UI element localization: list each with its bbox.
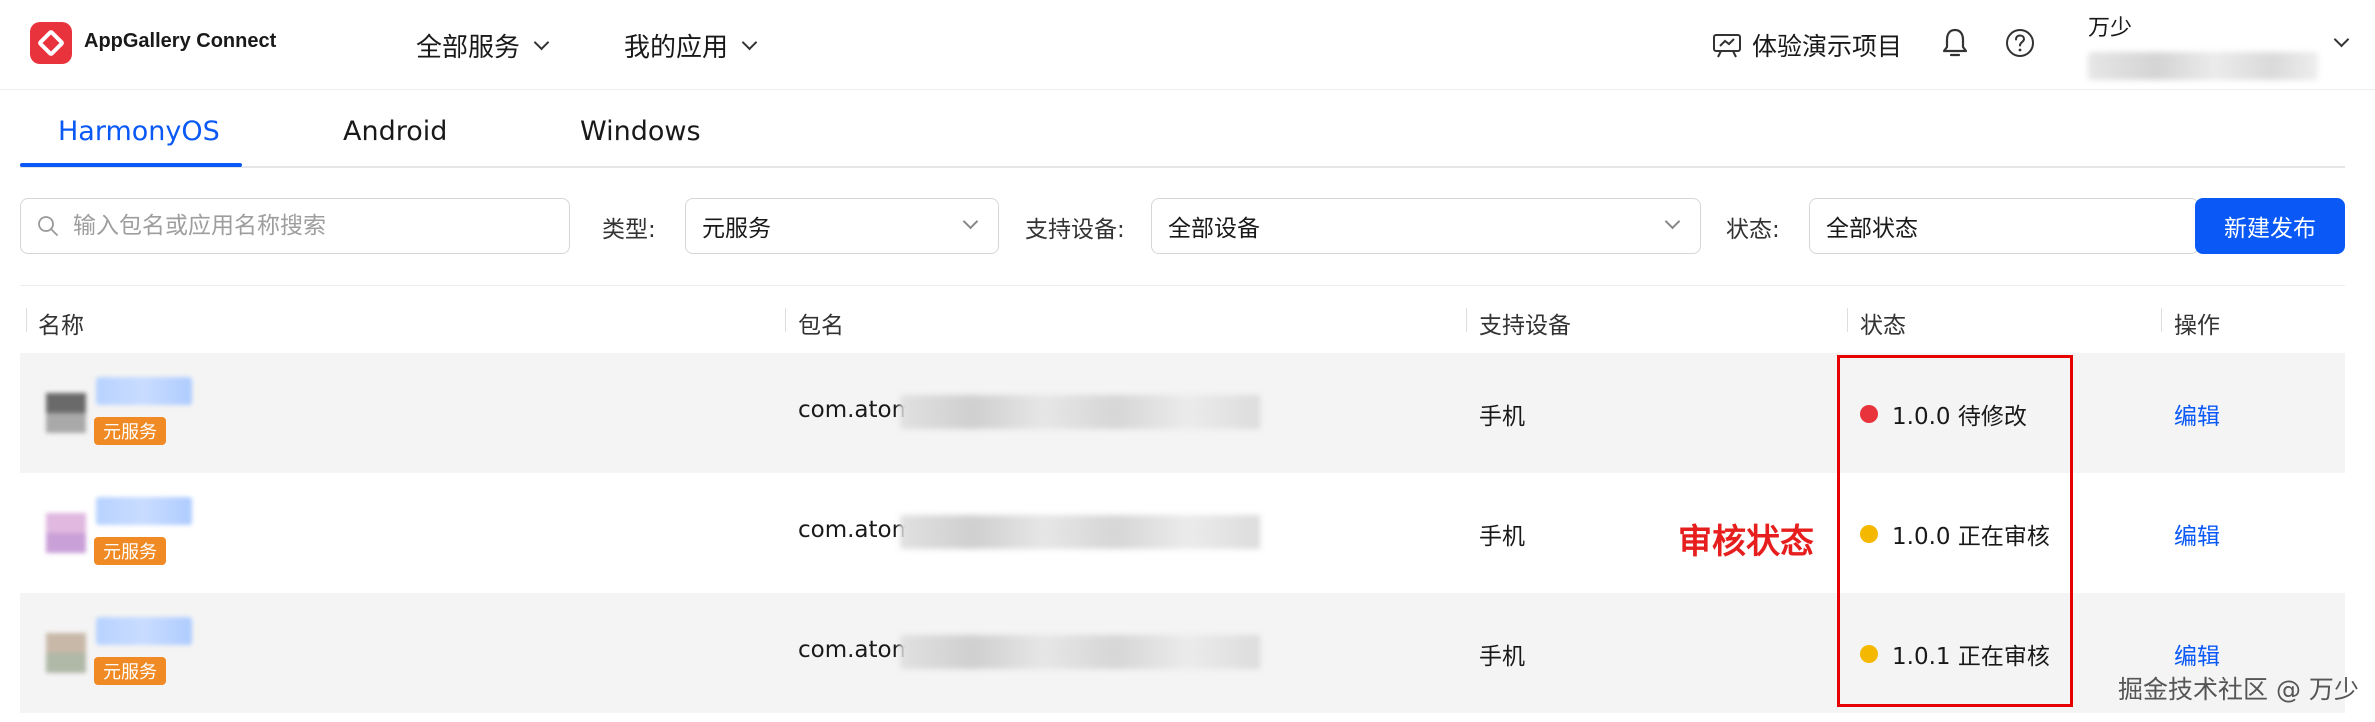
supported-device: 手机 [1479, 404, 1525, 430]
search-icon [38, 216, 58, 236]
app-name-redacted [96, 377, 192, 405]
status-select[interactable]: 全部状态 [1809, 198, 2199, 254]
nav-my-apps[interactable]: 我的应用 [624, 27, 758, 64]
app-icon [46, 393, 86, 433]
table-header: 名称 包名 支持设备 状态 操作 [20, 285, 2345, 353]
column-devices: 支持设备 [1479, 313, 1571, 339]
tab-harmonyos[interactable]: HarmonyOS [58, 116, 220, 147]
search-input[interactable] [73, 213, 553, 239]
nav-my-apps-label: 我的应用 [624, 33, 729, 63]
help-icon[interactable] [2004, 27, 2036, 59]
app-icon [46, 633, 86, 673]
tab-windows[interactable]: Windows [580, 116, 701, 147]
demo-project-button[interactable]: 体验演示项目 [1712, 27, 1902, 63]
user-name: 万少 [2088, 16, 2133, 41]
presentation-icon [1713, 34, 1741, 58]
edit-link[interactable]: 编辑 [2174, 637, 2220, 671]
app-name-redacted [96, 497, 192, 525]
platform-tabs: HarmonyOS Android Windows [20, 100, 2345, 168]
user-id-redacted [2088, 52, 2318, 80]
type-select-value: 元服务 [702, 216, 771, 242]
atomic-service-tag: 元服务 [94, 657, 166, 685]
chevron-down-icon [2333, 31, 2350, 48]
search-box [20, 198, 570, 254]
tab-android[interactable]: Android [343, 116, 447, 147]
package-name: com.atom [798, 637, 915, 663]
status-filter-label: 状态: [1726, 217, 1780, 243]
package-name: com.atom [798, 397, 915, 423]
device-select-value: 全部设备 [1168, 216, 1260, 242]
column-name: 名称 [38, 313, 84, 339]
chevron-down-icon [741, 34, 758, 51]
package-name-redacted [900, 515, 1260, 549]
status-select-value: 全部状态 [1826, 216, 1918, 242]
package-name: com.atom [798, 517, 915, 543]
demo-project-label: 体验演示项目 [1752, 32, 1903, 61]
column-actions: 操作 [2174, 313, 2220, 339]
column-status: 状态 [1860, 313, 1906, 339]
device-filter-label: 支持设备: [1025, 217, 1125, 243]
atomic-service-tag: 元服务 [94, 417, 166, 445]
type-filter-label: 类型: [602, 217, 656, 243]
user-menu[interactable]: 万少 [2088, 10, 2358, 82]
new-release-button[interactable]: 新建发布 [2195, 198, 2345, 254]
edit-link[interactable]: 编辑 [2174, 517, 2220, 551]
brand-name[interactable]: AppGallery Connect [84, 30, 276, 53]
package-name-redacted [900, 395, 1260, 429]
review-status-highlight-box [1837, 355, 2073, 707]
watermark: 掘金技术社区 @ 万少 [2118, 675, 2359, 704]
edit-link[interactable]: 编辑 [2174, 397, 2220, 431]
app-icon [46, 513, 86, 553]
nav-all-services-label: 全部服务 [416, 33, 521, 63]
package-name-redacted [900, 635, 1260, 669]
nav-all-services[interactable]: 全部服务 [416, 27, 550, 64]
appgallery-logo-icon[interactable] [30, 22, 72, 64]
active-tab-indicator [20, 163, 242, 167]
bell-icon[interactable] [1940, 27, 1970, 59]
device-select[interactable]: 全部设备 [1151, 198, 1701, 254]
supported-device: 手机 [1479, 644, 1525, 670]
top-bar: AppGallery Connect 全部服务 我的应用 体验演示项目 万少 [0, 0, 2375, 90]
chevron-down-icon [1664, 213, 1681, 230]
app-name-redacted [96, 617, 192, 645]
supported-device: 手机 [1479, 524, 1525, 550]
type-select[interactable]: 元服务 [685, 198, 999, 254]
column-package: 包名 [798, 313, 844, 339]
chevron-down-icon [962, 213, 979, 230]
chevron-down-icon [533, 34, 550, 51]
review-status-annotation: 审核状态 [1678, 522, 1814, 562]
atomic-service-tag: 元服务 [94, 537, 166, 565]
